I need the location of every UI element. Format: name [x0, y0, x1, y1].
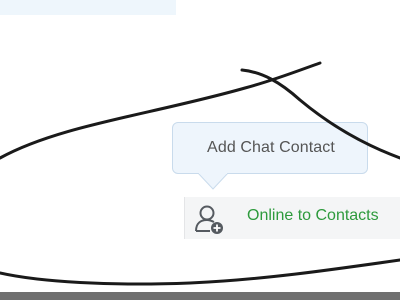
- add-contact-icon[interactable]: [193, 202, 227, 236]
- bottom-bar-fragment: [0, 292, 400, 300]
- add-chat-contact-tooltip: Add Chat Contact: [172, 122, 368, 174]
- tooltip-label: Add Chat Contact: [207, 139, 335, 156]
- online-status-label: Online to Contacts: [247, 207, 379, 224]
- online-status-row[interactable]: Online to Contacts: [184, 197, 400, 239]
- top-bar-fragment: [0, 0, 176, 15]
- screenshot-canvas: Add Chat Contact Online to Contacts: [0, 0, 400, 300]
